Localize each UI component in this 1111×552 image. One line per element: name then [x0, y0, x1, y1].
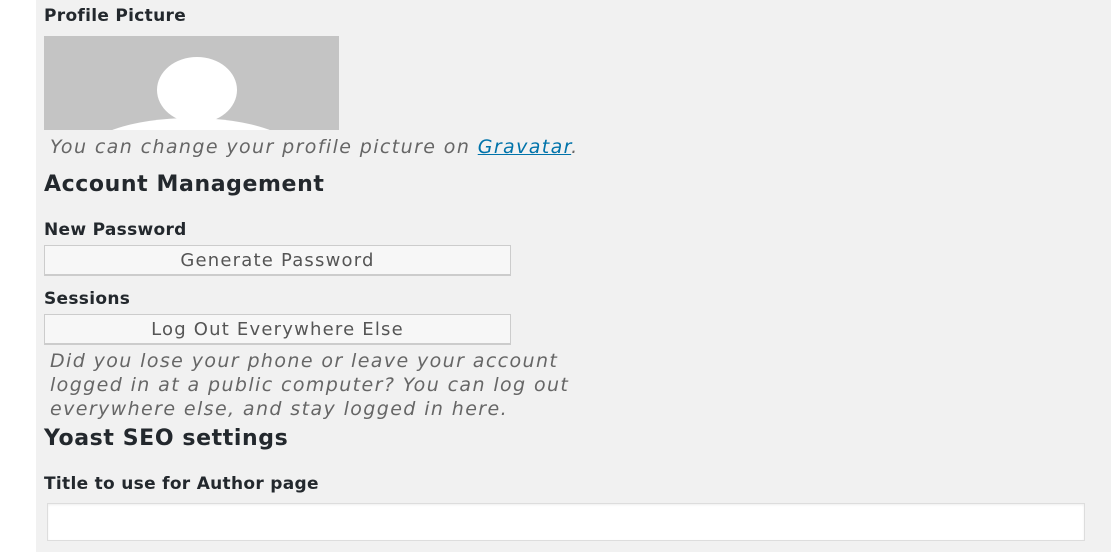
- caption-period: .: [571, 136, 579, 158]
- author-title-input[interactable]: [47, 503, 1085, 541]
- gravatar-link[interactable]: Gravatar: [478, 136, 571, 158]
- sessions-description: Did you lose your phone or leave your ac…: [50, 349, 569, 421]
- yoast-seo-heading: Yoast SEO settings: [44, 426, 289, 451]
- sessions-description-line-2: logged in at a public computer? You can …: [50, 374, 570, 396]
- sessions-description-line-1: Did you lose your phone or leave your ac…: [50, 350, 559, 372]
- generate-password-button[interactable]: Generate Password: [44, 245, 511, 275]
- new-password-label: New Password: [44, 220, 187, 240]
- author-title-label: Title to use for Author page: [44, 474, 319, 494]
- profile-picture-caption: You can change your profile picture on G…: [50, 135, 579, 159]
- profile-picture-label: Profile Picture: [44, 6, 187, 26]
- sessions-label: Sessions: [44, 289, 131, 309]
- default-avatar-icon: [44, 36, 339, 130]
- profile-avatar: [44, 36, 339, 130]
- sessions-description-line-3: everywhere else, and stay logged in here…: [50, 398, 509, 420]
- log-out-everywhere-button[interactable]: Log Out Everywhere Else: [44, 314, 511, 344]
- account-management-heading: Account Management: [44, 172, 325, 197]
- profile-picture-caption-text: You can change your profile picture on: [50, 136, 478, 158]
